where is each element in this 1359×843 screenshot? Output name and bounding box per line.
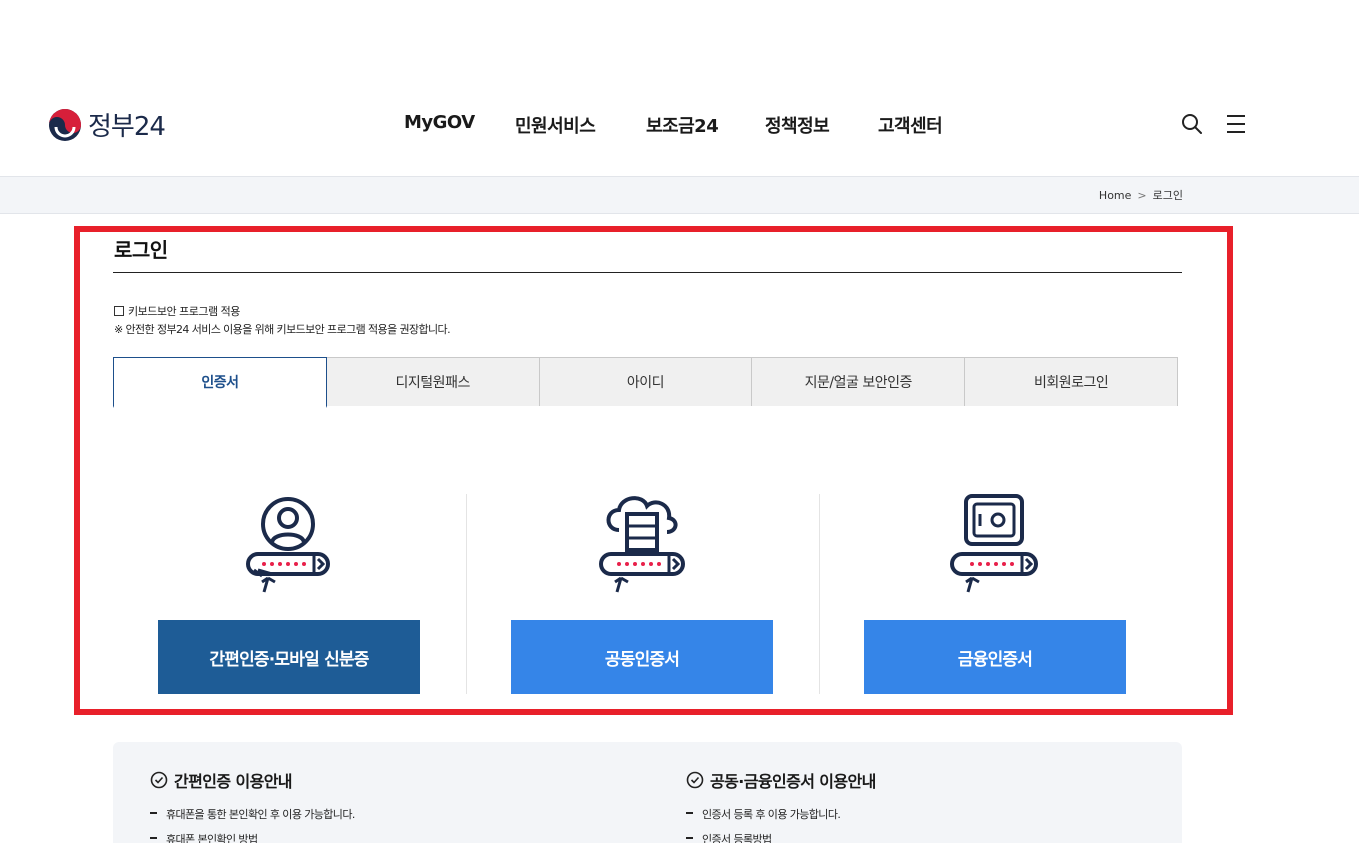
menu-icon[interactable] [1225,112,1247,136]
safe-icon [950,494,1038,593]
login-tabs: 인증서 디지털원패스 아이디 지문/얼굴 보안인증 비회원로그인 [113,357,1178,408]
nav-policy-info[interactable]: 정책정보 [765,112,830,138]
list-item: 인증서 등록방법 [686,831,876,843]
global-nav: MyGOV 민원서비스 보조금24 정책정보 고객센터 [0,112,1359,138]
tab-non-member[interactable]: 비회원로그인 [964,357,1178,406]
nav-subsidy24[interactable]: 보조금24 [646,112,719,138]
tab-id[interactable]: 아이디 [538,357,753,406]
financial-certificate-button[interactable]: 금융인증서 [864,620,1126,694]
nav-mygov[interactable]: MyGOV [404,112,475,133]
nav-customer-center[interactable]: 고객센터 [878,112,943,138]
tab-biometric[interactable]: 지문/얼굴 보안인증 [751,357,966,406]
simple-auth-guide: 간편인증 이용안내 휴대폰을 통한 본인확인 후 이용 가능합니다. 휴대폰 본… [150,768,355,843]
page-title: 로그인 [114,238,168,262]
simple-auth-guide-title: 간편인증 이용안내 [174,772,293,791]
breadcrumb: Home > 로그인 [1099,187,1183,203]
simple-auth-button[interactable]: 간편인증·모바일 신분증 [158,620,420,694]
card-divider [819,494,820,694]
list-item: 인증서 등록 후 이용 가능합니다. [686,806,876,822]
list-item: 휴대폰을 통한 본인확인 후 이용 가능합니다. [150,806,355,822]
certificate-guide-title: 공동·금융인증서 이용안내 [710,772,876,791]
title-divider [113,272,1182,273]
search-icon[interactable] [1180,112,1204,136]
joint-certificate-button[interactable]: 공동인증서 [511,620,773,694]
card-divider [466,494,467,694]
certificate-guide-heading: 공동·금융인증서 이용안내 [686,768,876,792]
nav-civil-service[interactable]: 민원서비스 [515,112,596,138]
cloud-server-icon [599,496,685,593]
keyboard-security-option[interactable]: 키보드보안 프로그램 적용 [114,303,240,319]
keyboard-security-label: 키보드보안 프로그램 적용 [128,305,240,318]
keyboard-security-checkbox[interactable] [114,306,124,316]
certificate-guide: 공동·금융인증서 이용안내 인증서 등록 후 이용 가능합니다. 인증서 등록방… [686,768,876,843]
keyboard-security-note: ※ 안전한 정부24 서비스 이용을 위해 키보드보안 프로그램 적용을 권장합… [114,323,451,336]
tab-digital-onepass[interactable]: 디지털원패스 [325,357,540,406]
usage-guide-box: 간편인증 이용안내 휴대폰을 통한 본인확인 후 이용 가능합니다. 휴대폰 본… [113,742,1182,843]
check-circle-icon [686,771,704,789]
tab-certificate[interactable]: 인증서 [113,357,327,408]
simple-auth-guide-heading: 간편인증 이용안내 [150,768,355,792]
breadcrumb-separator: > [1137,188,1147,202]
breadcrumb-current: 로그인 [1152,189,1183,202]
check-circle-icon [150,771,168,789]
list-item: 휴대폰 본인확인 방법 [150,831,355,843]
user-badge-icon [246,497,330,593]
breadcrumb-bar: Home > 로그인 [0,176,1359,214]
breadcrumb-home[interactable]: Home [1099,189,1131,202]
